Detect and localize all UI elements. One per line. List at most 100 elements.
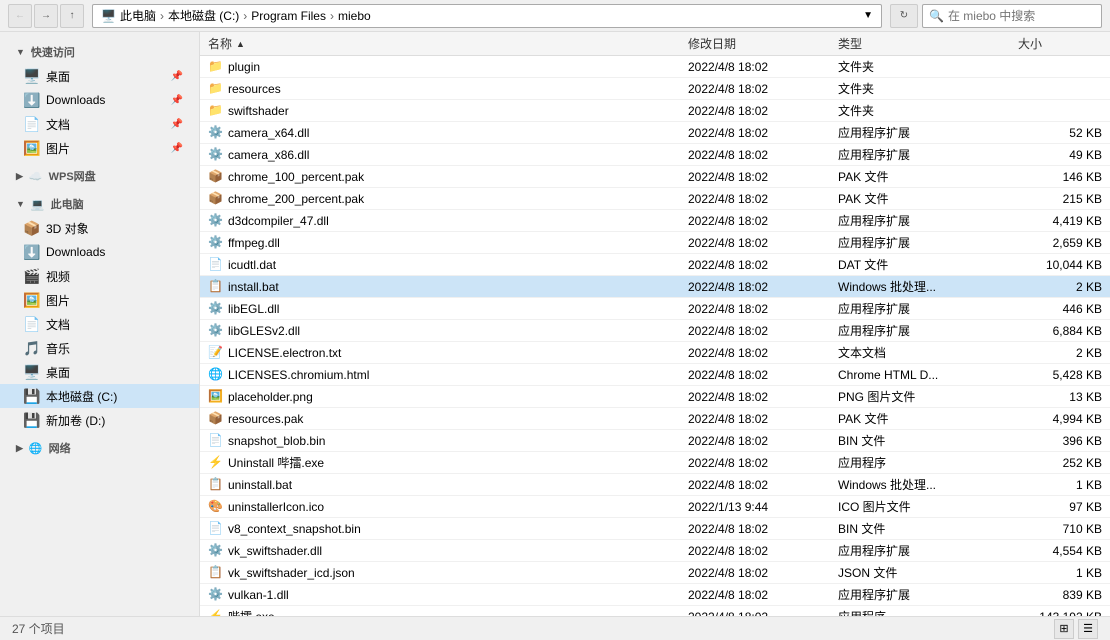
wps-header[interactable]: ▶ ☁️ WPS网盘 bbox=[0, 164, 199, 188]
sidebar-item-pictures-pc-label: 图片 bbox=[46, 292, 70, 309]
sidebar-item-d-drive[interactable]: 💾 新加卷 (D:) bbox=[0, 408, 199, 432]
sidebar-item-c-drive[interactable]: 💾 本地磁盘 (C:) bbox=[0, 384, 199, 408]
file-type-cell: PAK 文件 bbox=[830, 168, 1010, 185]
table-row[interactable]: 📋 uninstall.bat 2022/4/8 18:02 Windows 批… bbox=[200, 474, 1110, 496]
search-bar[interactable]: 🔍 bbox=[922, 4, 1102, 28]
list-view-button[interactable]: ☰ bbox=[1078, 619, 1098, 639]
col-name[interactable]: 名称 ▲ bbox=[200, 32, 680, 55]
table-row[interactable]: 📁 plugin 2022/4/8 18:02 文件夹 bbox=[200, 56, 1110, 78]
table-row[interactable]: 📦 resources.pak 2022/4/8 18:02 PAK 文件 4,… bbox=[200, 408, 1110, 430]
file-modified-cell: 2022/4/8 18:02 bbox=[680, 82, 830, 96]
table-row[interactable]: ⚙️ camera_x86.dll 2022/4/8 18:02 应用程序扩展 … bbox=[200, 144, 1110, 166]
file-size-cell: 4,554 KB bbox=[1010, 544, 1110, 558]
network-header[interactable]: ▶ 🌐 网络 bbox=[0, 436, 199, 460]
file-name-cell: 📦 chrome_100_percent.pak bbox=[200, 169, 680, 185]
file-name-cell: ⚡ Uninstall 哔擂.exe bbox=[200, 454, 680, 471]
table-row[interactable]: ⚙️ d3dcompiler_47.dll 2022/4/8 18:02 应用程… bbox=[200, 210, 1110, 232]
col-size[interactable]: 大小 bbox=[1010, 32, 1110, 55]
file-modified: 2022/1/13 9:44 bbox=[688, 500, 768, 514]
file-modified-cell: 2022/4/8 18:02 bbox=[680, 324, 830, 338]
file-rows: 📁 plugin 2022/4/8 18:02 文件夹 📁 resources … bbox=[200, 56, 1110, 616]
file-type-cell: PAK 文件 bbox=[830, 190, 1010, 207]
sidebar-item-downloads-pc[interactable]: ⬇️ Downloads bbox=[0, 240, 199, 264]
sidebar-item-pictures-pc[interactable]: 🖼️ 图片 bbox=[0, 288, 199, 312]
sidebar-item-downloads-quick[interactable]: ⬇️ Downloads 📌 bbox=[0, 88, 199, 112]
sidebar-item-3dobjects[interactable]: 📦 3D 对象 bbox=[0, 216, 199, 240]
file-size: 710 KB bbox=[1063, 522, 1102, 536]
file-type-cell: 应用程序扩展 bbox=[830, 322, 1010, 339]
grid-view-button[interactable]: ⊞ bbox=[1054, 619, 1074, 639]
file-name-cell: 📁 plugin bbox=[200, 59, 680, 75]
col-modified[interactable]: 修改日期 bbox=[680, 32, 830, 55]
file-icon: 🖼️ bbox=[208, 389, 224, 405]
table-row[interactable]: 📋 install.bat 2022/4/8 18:02 Windows 批处理… bbox=[200, 276, 1110, 298]
path-bar[interactable]: 🖥️ 此电脑 › 本地磁盘 (C:) › Program Files › mie… bbox=[92, 4, 882, 28]
item-count: 27 个项目 bbox=[12, 620, 65, 637]
sidebar-item-desktop[interactable]: 🖥️ 桌面 📌 bbox=[0, 64, 199, 88]
file-name-cell: 📁 swiftshader bbox=[200, 103, 680, 119]
file-size-cell: 710 KB bbox=[1010, 522, 1110, 536]
file-modified-cell: 2022/4/8 18:02 bbox=[680, 566, 830, 580]
table-row[interactable]: 📄 icudtl.dat 2022/4/8 18:02 DAT 文件 10,04… bbox=[200, 254, 1110, 276]
table-row[interactable]: 📁 swiftshader 2022/4/8 18:02 文件夹 bbox=[200, 100, 1110, 122]
table-row[interactable]: ⚙️ vulkan-1.dll 2022/4/8 18:02 应用程序扩展 83… bbox=[200, 584, 1110, 606]
file-name-cell: 🖼️ placeholder.png bbox=[200, 389, 680, 405]
file-type: DAT 文件 bbox=[838, 256, 888, 273]
quick-access-header[interactable]: ▼ 快速访问 bbox=[0, 40, 199, 64]
table-row[interactable]: 📝 LICENSE.electron.txt 2022/4/8 18:02 文本… bbox=[200, 342, 1110, 364]
table-row[interactable]: ⚙️ ffmpeg.dll 2022/4/8 18:02 应用程序扩展 2,65… bbox=[200, 232, 1110, 254]
file-name: LICENSES.chromium.html bbox=[228, 368, 369, 382]
table-row[interactable]: 📦 chrome_100_percent.pak 2022/4/8 18:02 … bbox=[200, 166, 1110, 188]
file-name-cell: 📋 install.bat bbox=[200, 279, 680, 295]
table-row[interactable]: 📄 v8_context_snapshot.bin 2022/4/8 18:02… bbox=[200, 518, 1110, 540]
refresh-button[interactable]: ↻ bbox=[890, 4, 918, 28]
sidebar-item-music[interactable]: 🎵 音乐 bbox=[0, 336, 199, 360]
file-size: 252 KB bbox=[1063, 456, 1102, 470]
table-row[interactable]: 🖼️ placeholder.png 2022/4/8 18:02 PNG 图片… bbox=[200, 386, 1110, 408]
table-row[interactable]: 🎨 uninstallerIcon.ico 2022/1/13 9:44 ICO… bbox=[200, 496, 1110, 518]
file-list-container[interactable]: 名称 ▲ 修改日期 类型 大小 📁 plugin 2022/4/8 18:02 bbox=[200, 32, 1110, 616]
file-type: 应用程序扩展 bbox=[838, 322, 910, 339]
file-size: 13 KB bbox=[1069, 390, 1102, 404]
file-name: snapshot_blob.bin bbox=[228, 434, 325, 448]
file-type-cell: 文本文档 bbox=[830, 344, 1010, 361]
search-input[interactable] bbox=[948, 9, 1095, 23]
path-dropdown-icon[interactable]: ▼ bbox=[863, 10, 873, 21]
table-row[interactable]: ⚡ 哔擂.exe 2022/4/8 18:02 应用程序 143,192 KB bbox=[200, 606, 1110, 616]
table-row[interactable]: 📦 chrome_200_percent.pak 2022/4/8 18:02 … bbox=[200, 188, 1110, 210]
file-icon: 📁 bbox=[208, 81, 224, 97]
up-button[interactable]: ↑ bbox=[60, 4, 84, 28]
table-row[interactable]: 🌐 LICENSES.chromium.html 2022/4/8 18:02 … bbox=[200, 364, 1110, 386]
col-type[interactable]: 类型 bbox=[830, 32, 1010, 55]
table-row[interactable]: 📁 resources 2022/4/8 18:02 文件夹 bbox=[200, 78, 1110, 100]
file-icon: 🎨 bbox=[208, 499, 224, 515]
sidebar-item-documents-pc[interactable]: 📄 文档 bbox=[0, 312, 199, 336]
forward-button[interactable]: → bbox=[34, 4, 58, 28]
back-button[interactable]: ← bbox=[8, 4, 32, 28]
file-icon: 📁 bbox=[208, 59, 224, 75]
table-row[interactable]: ⚡ Uninstall 哔擂.exe 2022/4/8 18:02 应用程序 2… bbox=[200, 452, 1110, 474]
table-row[interactable]: ⚙️ libEGL.dll 2022/4/8 18:02 应用程序扩展 446 … bbox=[200, 298, 1110, 320]
downloads-pc-icon: ⬇️ bbox=[24, 244, 40, 260]
file-icon: 📁 bbox=[208, 103, 224, 119]
table-row[interactable]: ⚙️ libGLESv2.dll 2022/4/8 18:02 应用程序扩展 6… bbox=[200, 320, 1110, 342]
file-name: chrome_100_percent.pak bbox=[228, 170, 364, 184]
file-icon: 📋 bbox=[208, 477, 224, 493]
file-name: LICENSE.electron.txt bbox=[228, 346, 341, 360]
file-size: 97 KB bbox=[1069, 500, 1102, 514]
pin-icon-2: 📌 bbox=[171, 95, 183, 106]
file-type: BIN 文件 bbox=[838, 520, 885, 537]
sidebar-item-pictures-quick[interactable]: 🖼️ 图片 📌 bbox=[0, 136, 199, 160]
table-row[interactable]: ⚙️ vk_swiftshader.dll 2022/4/8 18:02 应用程… bbox=[200, 540, 1110, 562]
file-modified: 2022/4/8 18:02 bbox=[688, 192, 768, 206]
file-modified: 2022/4/8 18:02 bbox=[688, 214, 768, 228]
file-icon: 📝 bbox=[208, 345, 224, 361]
file-name-cell: 📦 resources.pak bbox=[200, 411, 680, 427]
this-pc-header[interactable]: ▼ 💻 此电脑 bbox=[0, 192, 199, 216]
table-row[interactable]: ⚙️ camera_x64.dll 2022/4/8 18:02 应用程序扩展 … bbox=[200, 122, 1110, 144]
sidebar-item-documents-quick[interactable]: 📄 文档 📌 bbox=[0, 112, 199, 136]
table-row[interactable]: 📋 vk_swiftshader_icd.json 2022/4/8 18:02… bbox=[200, 562, 1110, 584]
table-row[interactable]: 📄 snapshot_blob.bin 2022/4/8 18:02 BIN 文… bbox=[200, 430, 1110, 452]
sidebar-item-desktop-pc[interactable]: 🖥️ 桌面 bbox=[0, 360, 199, 384]
sidebar-item-videos[interactable]: 🎬 视频 bbox=[0, 264, 199, 288]
